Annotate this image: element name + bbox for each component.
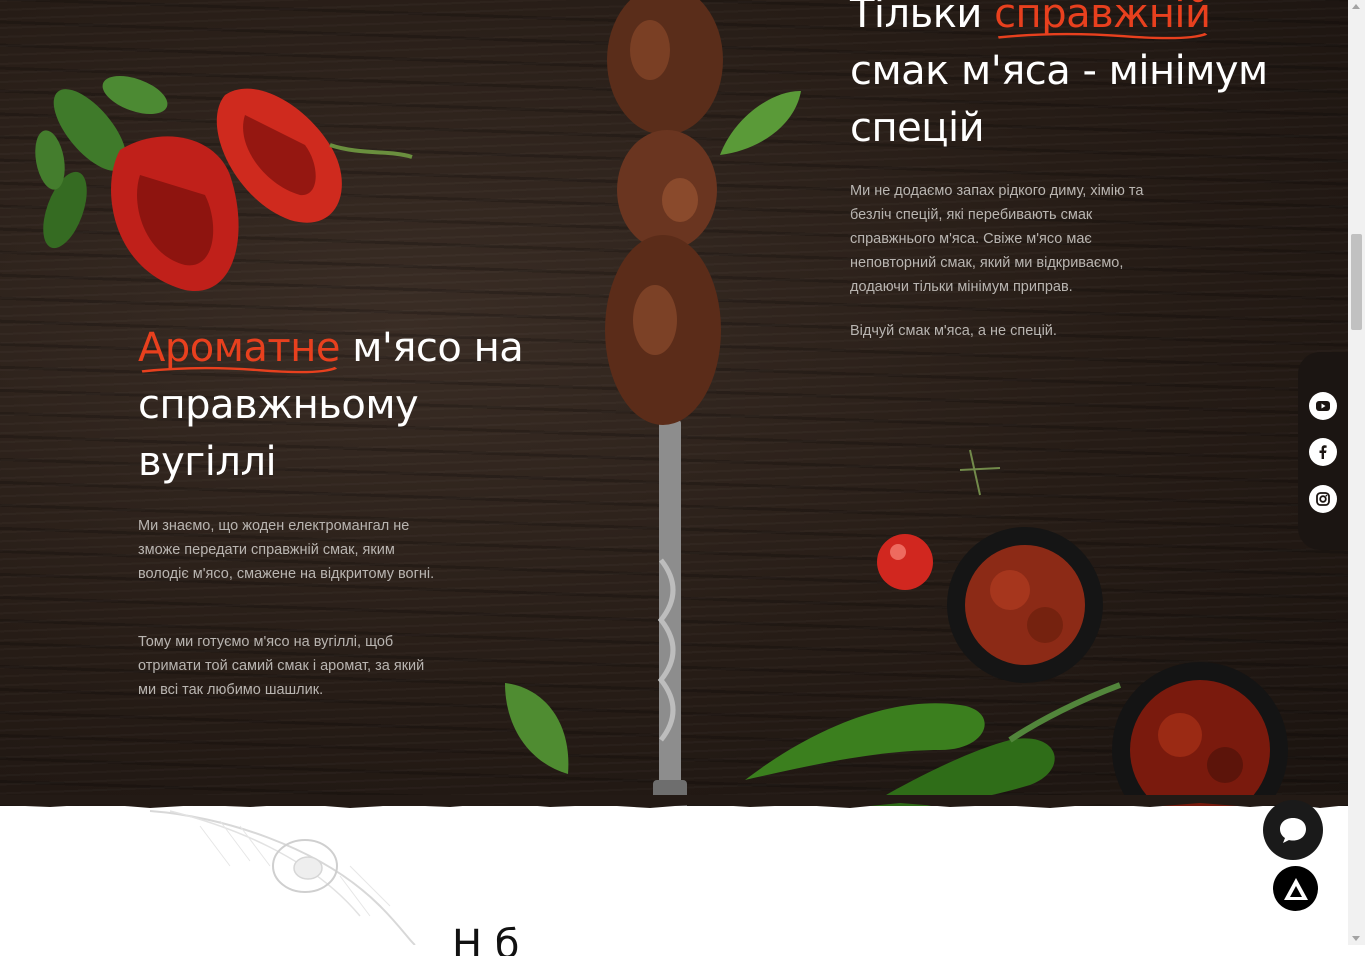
underline-icon <box>141 366 338 374</box>
underline-icon <box>998 32 1208 40</box>
right-heading-accent: справжній <box>994 0 1211 40</box>
pepper-illustration <box>35 75 413 292</box>
facebook-icon <box>1319 445 1327 459</box>
left-heading-accent: Ароматне <box>138 325 340 374</box>
left-paragraph-2: Тому ми готуємо м'ясо на вугіллі, щоб от… <box>138 634 425 698</box>
right-paragraph-2: Відчуй смак м'яса, а не спецій. <box>850 323 1057 339</box>
right-heading-lead: Тільки <box>850 0 995 37</box>
right-heading-text: смак м'яса - мінімум спецій <box>850 48 1268 151</box>
chat-button[interactable] <box>1263 800 1323 860</box>
fish-sketch-decoration <box>149 810 416 945</box>
spice-bowl-illustration <box>877 449 1103 683</box>
social-panel <box>1298 352 1348 550</box>
left-heading: Ароматне м'ясо на справжньому вугіллі <box>138 320 538 491</box>
right-paragraph-1: Ми не додаємо запах рідкого диму, хімію … <box>850 183 1144 295</box>
scroll-up-arrow-icon[interactable] <box>1352 4 1360 9</box>
left-paragraph-1: Ми знаємо, що жоден електромангал не змо… <box>138 518 435 582</box>
basil-leaf-top <box>720 90 801 155</box>
right-heading: Тільки справжній смак м'яса - мінімум сп… <box>850 0 1270 157</box>
instagram-button[interactable] <box>1309 485 1337 513</box>
page-scrollbar[interactable] <box>1348 0 1365 945</box>
scroll-to-top-button[interactable] <box>1273 866 1318 911</box>
hero-section: Ароматне м'ясо на справжньому вугіллі Ми… <box>0 0 1348 806</box>
triangle-up-icon <box>1283 877 1308 900</box>
scroll-down-arrow-icon[interactable] <box>1352 936 1360 941</box>
scrollbar-thumb[interactable] <box>1351 234 1362 330</box>
next-section-heading: Н б <box>452 922 520 956</box>
chat-bubble-icon <box>1280 818 1306 843</box>
youtube-button[interactable] <box>1309 392 1337 420</box>
youtube-icon <box>1316 401 1330 411</box>
facebook-button[interactable] <box>1309 438 1337 466</box>
sauce-and-chili-illustration <box>745 662 1288 806</box>
basil-leaf-bottom <box>505 683 569 774</box>
instagram-icon <box>1316 492 1330 506</box>
